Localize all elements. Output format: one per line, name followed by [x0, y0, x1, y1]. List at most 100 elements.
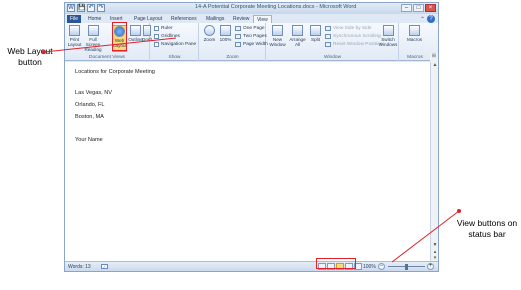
group-label-zoom: Zoom: [226, 55, 239, 60]
print-layout-label: Print Layout: [67, 37, 82, 47]
draft-label: Draft: [142, 37, 152, 42]
leader-dot-right: [457, 209, 461, 213]
tab-review[interactable]: Review: [230, 15, 252, 23]
status-bar: Words: 13 ✓ 100% − +: [65, 261, 438, 271]
document-page[interactable]: Locations for Corporate Meeting Las Vega…: [65, 62, 432, 262]
word-app-icon[interactable]: W: [67, 4, 75, 12]
undo-icon[interactable]: ↶: [87, 4, 95, 12]
macros-icon: [409, 25, 420, 36]
switch-windows-label: Switch Windows: [378, 37, 398, 47]
split-label: Split: [311, 37, 320, 42]
tab-mailings[interactable]: Mailings: [203, 15, 227, 23]
ruler-label: Ruler: [161, 26, 173, 31]
split-button[interactable]: Split: [308, 25, 323, 52]
screenshot-root: Web Layout button View buttons on status…: [0, 0, 521, 290]
synchronous-scrolling-label: Synchronous Scrolling: [333, 34, 381, 39]
view-side-by-side-button[interactable]: View Side by Side: [325, 25, 372, 32]
page-width-icon: [235, 42, 241, 47]
proofing-icon[interactable]: ✓: [101, 264, 108, 269]
side-by-side-icon: [325, 26, 331, 31]
navigation-pane-checkbox[interactable]: Navigation Pane: [154, 41, 196, 48]
switch-windows-icon: [382, 25, 394, 36]
page-100-icon: [220, 25, 231, 36]
group-label-document-views: Document Views: [89, 55, 125, 60]
document-area[interactable]: Locations for Corporate Meeting Las Vega…: [65, 62, 432, 262]
zoom-button[interactable]: Zoom: [202, 25, 217, 52]
tab-page-layout[interactable]: Page Layout: [131, 15, 165, 23]
tab-view[interactable]: View: [253, 15, 272, 23]
one-page-button[interactable]: One Page: [235, 25, 265, 32]
quick-access-toolbar: W 💾 ↶ ↷: [67, 4, 105, 12]
reset-window-position-button[interactable]: Reset Window Position: [325, 41, 382, 48]
navigation-pane-label: Navigation Pane: [161, 42, 197, 47]
group-label-show: Show: [168, 55, 181, 60]
page-width-button[interactable]: Page Width: [235, 41, 268, 48]
checkbox-icon: [154, 26, 159, 31]
outline-icon: [130, 25, 141, 36]
split-icon: [310, 25, 321, 36]
full-screen-reading-button[interactable]: Full Screen Reading: [83, 25, 103, 52]
macros-button[interactable]: Macros: [407, 25, 422, 52]
zoom-slider-thumb[interactable]: [405, 264, 408, 270]
two-pages-button[interactable]: Two Pages: [235, 33, 267, 40]
zoom-100-button[interactable]: 100%: [218, 25, 233, 52]
checkbox-icon: [154, 34, 159, 39]
arrange-all-icon: [292, 25, 303, 36]
gridlines-label: Gridlines: [161, 34, 180, 39]
group-show: Ruler Gridlines Navigation Pane Show: [151, 23, 199, 61]
reset-window-icon: [325, 42, 331, 47]
minimize-ribbon-icon[interactable]: ⌃: [420, 16, 425, 23]
zoom-level[interactable]: 100%: [363, 264, 376, 270]
outline-button[interactable]: Outline: [128, 25, 143, 52]
window-title: 14-A Potential Corporate Meeting Locatio…: [195, 4, 357, 10]
vertical-scrollbar[interactable]: ▲ ▼ ▴ ▾: [430, 62, 438, 262]
zoom-in-icon[interactable]: +: [427, 263, 434, 270]
group-zoom: Zoom 100% One Page Two Pages Page Width …: [200, 23, 268, 61]
full-screen-reading-icon: [87, 25, 99, 36]
web-layout-highlight: [112, 22, 127, 51]
print-layout-icon: [69, 25, 80, 36]
title-bar: W 💾 ↶ ↷ 14-A Potential Corporate Meeting…: [65, 3, 438, 14]
print-layout-button[interactable]: Print Layout: [67, 25, 82, 52]
arrange-all-button[interactable]: Arrange All: [289, 25, 306, 52]
redo-icon[interactable]: ↷: [97, 4, 105, 12]
full-screen-reading-label: Full Screen Reading: [84, 37, 102, 52]
checkbox-icon: [154, 42, 159, 47]
one-page-icon: [235, 26, 241, 31]
synchronous-scrolling-button[interactable]: Synchronous Scrolling: [325, 33, 381, 40]
group-document-views: Print Layout Full Screen Reading Web Lay…: [65, 23, 152, 61]
document-line: Orlando, FL: [75, 102, 105, 108]
one-page-label: One Page: [243, 26, 265, 31]
close-button[interactable]: ×: [425, 4, 436, 12]
scroll-down-icon[interactable]: ▼: [432, 243, 438, 248]
tab-file[interactable]: File: [67, 15, 82, 23]
tab-references[interactable]: References: [168, 15, 200, 23]
group-label-window: Window: [323, 55, 342, 60]
reset-window-position-label: Reset Window Position: [333, 42, 383, 47]
maximize-button[interactable]: □: [413, 4, 424, 12]
switch-windows-button[interactable]: Switch Windows: [378, 25, 398, 52]
group-label-macros: Macros: [407, 55, 423, 60]
gridlines-checkbox[interactable]: Gridlines: [154, 33, 180, 40]
outline-label: Outline: [128, 37, 143, 42]
scroll-up-icon[interactable]: ▲: [432, 63, 438, 68]
callout-view-buttons-label: View buttons on status bar: [456, 218, 518, 239]
help-icon[interactable]: ?: [427, 15, 435, 23]
document-line: Las Vegas, NV: [75, 90, 113, 96]
zoom-100-label: 100%: [219, 37, 232, 42]
minimize-button[interactable]: –: [401, 4, 412, 12]
document-heading: Locations for Corporate Meeting: [75, 69, 155, 75]
group-macros: Macros Macros: [400, 23, 430, 61]
zoom-out-icon[interactable]: −: [378, 263, 385, 270]
ruler-checkbox[interactable]: Ruler: [154, 25, 172, 32]
new-window-icon: [272, 25, 283, 36]
window-controls: – □ ×: [401, 4, 436, 12]
save-icon[interactable]: 💾: [77, 4, 85, 12]
draft-button[interactable]: Draft: [142, 25, 152, 52]
new-window-button[interactable]: New Window: [269, 25, 286, 52]
zoom-label: Zoom: [203, 37, 216, 42]
draft-icon: [142, 25, 151, 36]
word-count[interactable]: Words: 13: [68, 264, 91, 270]
tab-home[interactable]: Home: [85, 15, 104, 23]
view-ruler-icon[interactable]: ⊞: [430, 53, 438, 62]
